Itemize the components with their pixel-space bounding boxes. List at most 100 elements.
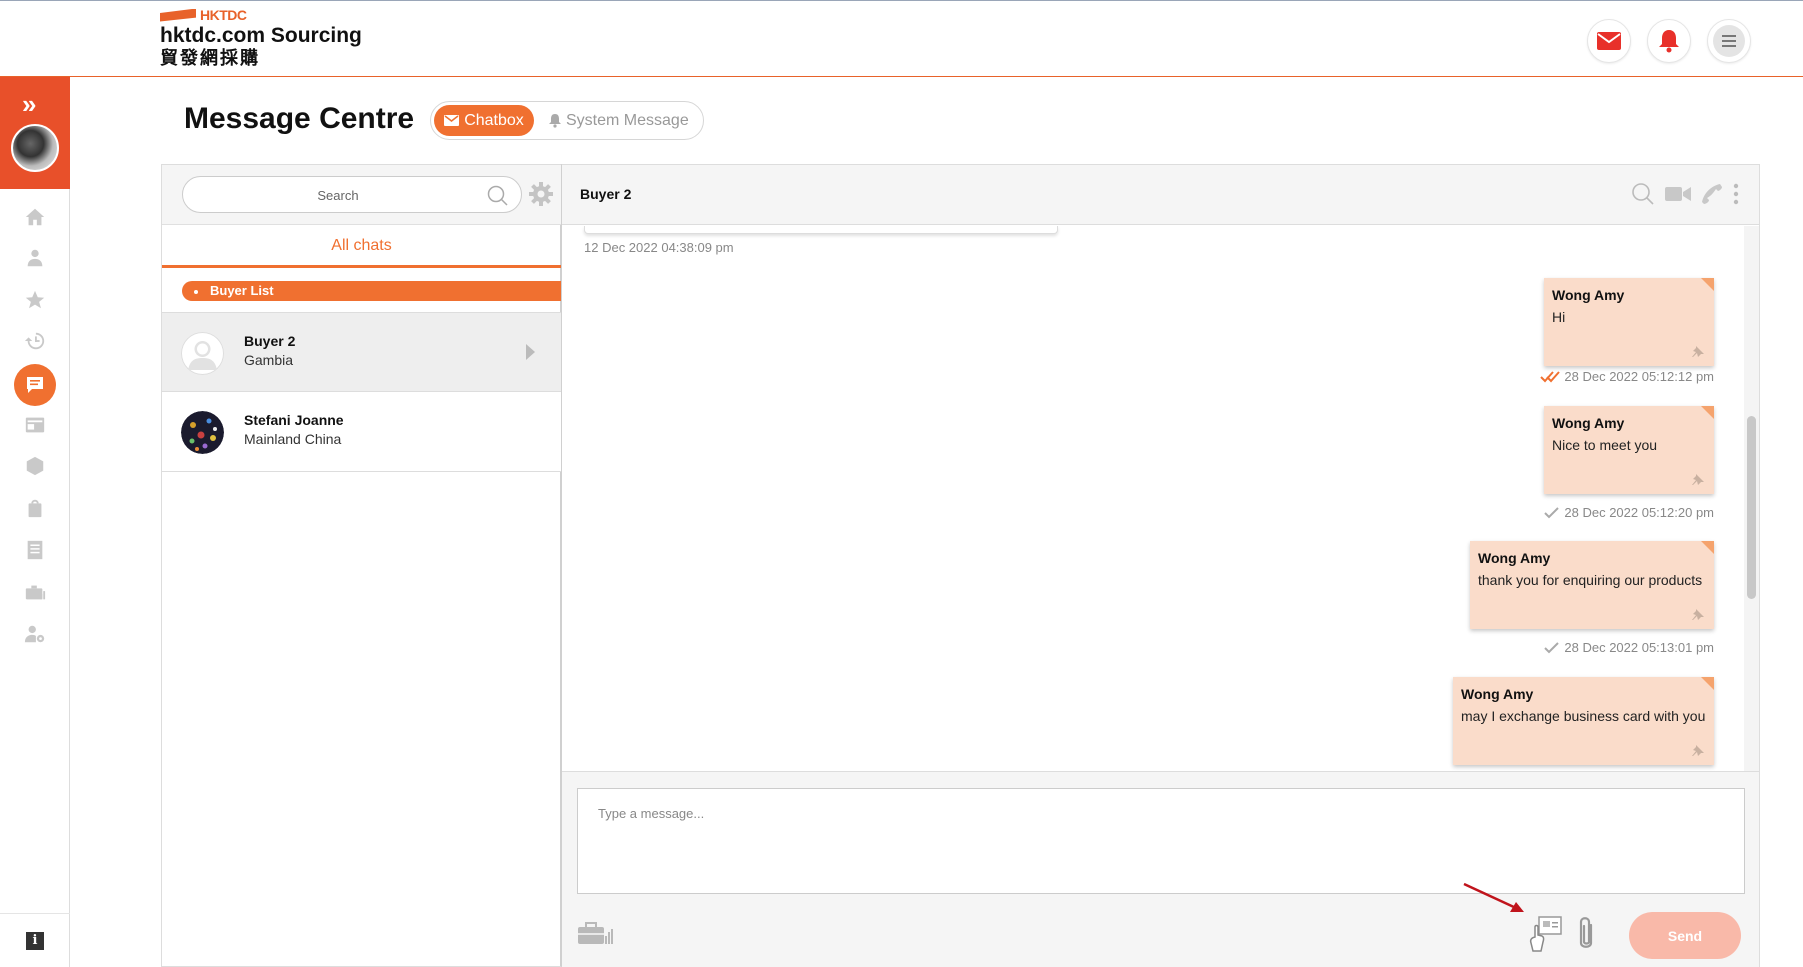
account-settings-icon[interactable]	[20, 619, 50, 649]
previous-message-card	[584, 226, 1058, 234]
caret-right-icon	[526, 344, 535, 360]
conversation-title: Buyer 2	[580, 186, 632, 202]
message-bubble[interactable]: Wong Amy may I exchange business card wi…	[1453, 677, 1714, 765]
message-text: thank you for enquiring our products	[1478, 572, 1703, 588]
rail-footer: i	[0, 913, 70, 967]
message-time: 28 Dec 2022 05:12:12 pm	[1564, 369, 1714, 384]
pin-icon[interactable]	[1692, 609, 1704, 621]
search-icon[interactable]	[1631, 182, 1655, 206]
briefcase-chart-icon[interactable]	[20, 577, 50, 607]
side-navigation: » i	[0, 77, 70, 967]
bubble-fold	[1701, 677, 1714, 690]
paperclip-icon[interactable]	[1574, 915, 1598, 953]
notification-button[interactable]	[1647, 19, 1691, 63]
buyer-list-header[interactable]: Buyer List	[182, 281, 561, 301]
default-avatar-icon	[181, 332, 224, 375]
page-title: Message Centre	[184, 102, 415, 135]
message-scrollbar[interactable]	[1744, 226, 1759, 771]
conversation-tools	[1631, 182, 1739, 206]
message-sender: Wong Amy	[1552, 415, 1625, 431]
annotation-arrow-icon	[1463, 882, 1524, 912]
gear-icon[interactable]	[528, 181, 554, 207]
message-composer: Send	[562, 771, 1759, 967]
message-time: 28 Dec 2022 05:12:20 pm	[1564, 505, 1714, 520]
info-icon[interactable]: i	[26, 932, 44, 950]
message-centre-nav[interactable]	[14, 364, 56, 406]
logo-subtitle: 貿發網採購	[160, 48, 260, 68]
message-meta: 28 Dec 2022 05:13:01 pm	[1544, 640, 1714, 655]
search-row	[162, 165, 561, 225]
message-text: Nice to meet you	[1552, 437, 1658, 453]
message-bubble[interactable]: Wong Amy thank you for enquiring our pro…	[1470, 541, 1714, 629]
message-meta: 28 Dec 2022 05:12:20 pm	[1544, 505, 1714, 520]
rail-header: »	[0, 77, 70, 189]
pin-icon[interactable]	[1692, 346, 1704, 358]
message-bubble[interactable]: Wong Amy Hi	[1544, 278, 1714, 366]
star-icon[interactable]	[20, 285, 50, 315]
hktdc-logo-mark	[160, 8, 196, 22]
bullet-icon	[194, 289, 198, 294]
contact-country: Mainland China	[244, 431, 342, 447]
list-document-icon[interactable]	[20, 535, 50, 565]
search-box	[182, 176, 522, 213]
message-bubble[interactable]: Wong Amy Nice to meet you	[1544, 406, 1714, 494]
top-header: HKTDC hktdc.com Sourcing 貿發網採購	[0, 0, 1803, 77]
shopping-bag-icon[interactable]	[20, 493, 50, 523]
bubble-fold	[1701, 541, 1714, 554]
menu-button[interactable]	[1707, 19, 1751, 63]
home-icon[interactable]	[20, 202, 50, 232]
logo-brand: HKTDC	[200, 7, 247, 23]
tab-chatbox[interactable]: Chatbox	[434, 105, 534, 136]
bell-icon	[549, 114, 561, 128]
all-chats-filter[interactable]: All chats	[162, 226, 561, 268]
message-sender: Wong Amy	[1478, 550, 1551, 566]
message-list[interactable]: 12 Dec 2022 04:38:09 pm Wong Amy Hi 28 D…	[562, 226, 1744, 771]
contact-country: Gambia	[244, 352, 294, 368]
user-avatar[interactable]	[11, 124, 59, 172]
chat-list-panel: All chats Buyer List Buyer 2 Gambia Stef…	[161, 164, 562, 967]
scrollbar-thumb[interactable]	[1747, 416, 1756, 599]
message-input[interactable]	[577, 788, 1745, 894]
video-call-icon[interactable]	[1665, 185, 1691, 203]
hktdc-logo[interactable]: HKTDC hktdc.com Sourcing 貿發網採購	[160, 7, 362, 68]
logo-title: hktdc.com Sourcing	[160, 24, 362, 47]
contact-name: Stefani Joanne	[244, 412, 344, 428]
contact-item[interactable]: Buyer 2 Gambia	[162, 312, 561, 392]
news-icon[interactable]	[20, 410, 50, 440]
tab-system-message-label: System Message	[566, 111, 689, 129]
history-icon[interactable]	[20, 326, 50, 356]
briefcase-chart-icon[interactable]	[577, 920, 613, 946]
search-icon[interactable]	[487, 185, 509, 207]
user-icon[interactable]	[20, 243, 50, 273]
search-input[interactable]	[193, 184, 483, 206]
message-text: Hi	[1552, 309, 1566, 325]
conversation-panel: Buyer 2 12 Dec 2022 04:38:09 pm Wong Amy	[562, 164, 1760, 967]
tab-chatbox-label: Chatbox	[464, 111, 524, 129]
expand-chevron-icon[interactable]: »	[22, 91, 36, 117]
contact-item[interactable]: Stefani Joanne Mainland China	[162, 392, 561, 472]
contact-avatar	[181, 411, 224, 454]
buyer-list-label: Buyer List	[210, 283, 274, 298]
mail-button[interactable]	[1587, 19, 1631, 63]
phone-icon[interactable]	[1701, 183, 1723, 205]
check-icon	[1544, 506, 1560, 518]
chat-bubble-icon	[27, 377, 43, 393]
tab-system-message[interactable]: System Message	[548, 105, 689, 136]
message-time: 28 Dec 2022 05:13:01 pm	[1564, 640, 1714, 655]
business-card-exchange-icon[interactable]	[1529, 915, 1563, 953]
double-check-icon	[1540, 370, 1561, 382]
pin-icon[interactable]	[1692, 745, 1704, 757]
product-box-icon[interactable]	[20, 451, 50, 481]
envelope-icon	[444, 115, 460, 126]
more-options-icon[interactable]	[1733, 183, 1739, 205]
message-sender: Wong Amy	[1461, 686, 1534, 702]
bubble-fold	[1701, 406, 1714, 419]
hamburger-menu-icon	[1713, 25, 1745, 57]
send-button[interactable]: Send	[1629, 912, 1741, 959]
conversation-header: Buyer 2	[562, 165, 1759, 225]
mail-icon	[1597, 32, 1621, 50]
bubble-fold	[1701, 278, 1714, 291]
check-icon	[1544, 641, 1560, 653]
bell-icon	[1659, 30, 1679, 53]
pin-icon[interactable]	[1692, 474, 1704, 486]
